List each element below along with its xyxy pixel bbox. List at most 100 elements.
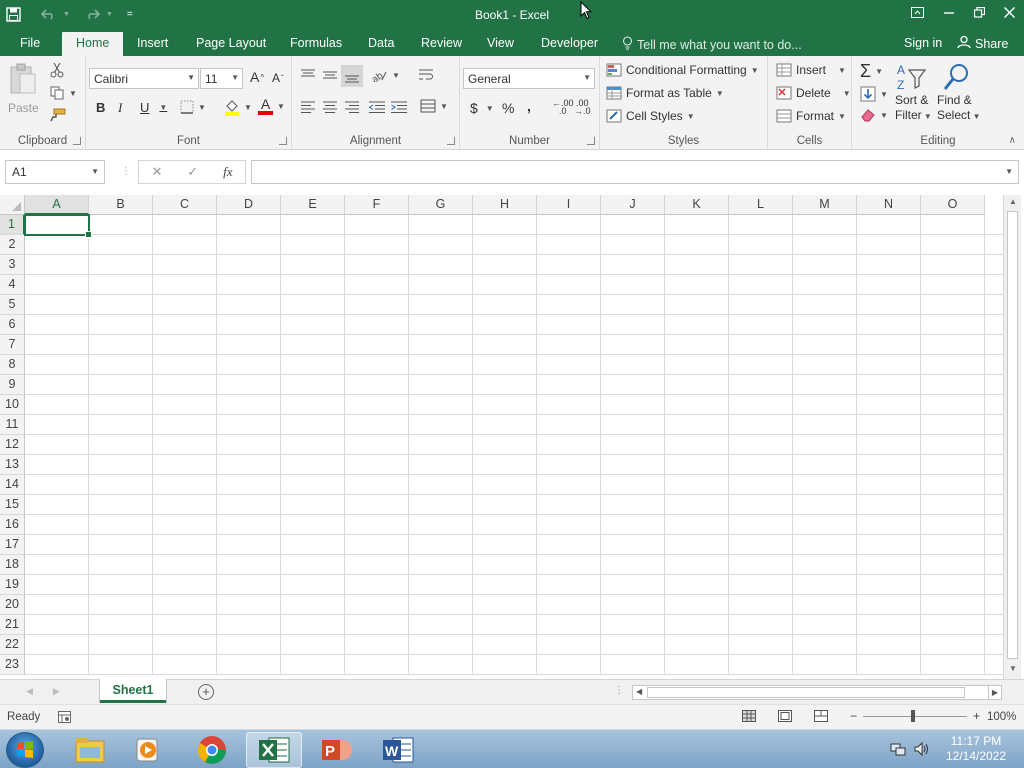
percent-style-button[interactable]: %	[502, 100, 514, 116]
row-header[interactable]: 12	[0, 435, 25, 455]
number-launcher-icon[interactable]	[587, 137, 595, 145]
wrap-text-icon[interactable]	[418, 68, 434, 82]
format-as-table-button[interactable]: Format as Table ▼	[606, 86, 724, 100]
row-header[interactable]: 13	[0, 455, 25, 475]
row-header[interactable]: 1	[0, 215, 25, 235]
format-painter-icon[interactable]	[50, 108, 66, 122]
tab-split-handle[interactable]: ⋮	[614, 685, 624, 696]
row-header[interactable]: 22	[0, 635, 25, 655]
tell-me-search[interactable]: Tell me what you want to do...	[622, 36, 802, 53]
insert-function-icon[interactable]: fx	[223, 164, 232, 180]
sort-filter-button[interactable]: AZ Sort & Filter ▼	[895, 62, 932, 124]
row-header[interactable]: 17	[0, 535, 25, 555]
find-select-button[interactable]: Find & Select ▼	[937, 62, 981, 124]
orientation-button[interactable]: ab ▼	[370, 68, 400, 82]
row-header[interactable]: 14	[0, 475, 25, 495]
tab-formulas[interactable]: Formulas	[290, 36, 342, 50]
scroll-up-icon[interactable]: ▲	[1004, 197, 1022, 211]
align-center-icon[interactable]	[322, 101, 338, 113]
zoom-slider-thumb[interactable]	[911, 709, 916, 722]
format-cells-button[interactable]: Format ▼	[776, 109, 846, 123]
name-box[interactable]: A1 ▼	[5, 160, 105, 184]
clear-button[interactable]: ▼	[860, 108, 888, 122]
media-player-taskbar-icon[interactable]	[120, 732, 176, 768]
merge-center-button[interactable]: ▼	[420, 99, 448, 113]
cell-styles-button[interactable]: Cell Styles ▼	[606, 109, 695, 123]
conditional-formatting-button[interactable]: Conditional Formatting ▼	[606, 63, 759, 77]
align-right-icon[interactable]	[344, 101, 360, 113]
fill-button[interactable]: ▼	[860, 86, 888, 102]
column-header[interactable]: N	[857, 195, 921, 215]
column-header[interactable]: A	[25, 195, 89, 215]
collapse-ribbon-icon[interactable]: ∧	[1009, 135, 1016, 146]
paste-button[interactable]: Paste	[8, 62, 39, 115]
sheet-tab[interactable]: Sheet1	[100, 679, 166, 703]
delete-cells-button[interactable]: Delete ▼	[776, 86, 851, 100]
zoom-out-icon[interactable]: −	[850, 709, 857, 723]
bottom-align-button[interactable]	[341, 65, 363, 87]
decrease-decimal-button[interactable]: .00 →.0	[574, 99, 591, 116]
enter-icon[interactable]: ✓	[187, 164, 198, 180]
row-header[interactable]: 19	[0, 575, 25, 595]
zoom-slider[interactable]	[863, 709, 968, 722]
tab-data[interactable]: Data	[368, 36, 394, 50]
insert-cells-button[interactable]: Insert ▼	[776, 63, 846, 77]
borders-button[interactable]: ▼	[180, 100, 206, 114]
normal-view-icon[interactable]	[742, 710, 756, 725]
alignment-launcher-icon[interactable]	[447, 137, 455, 145]
accounting-format-button[interactable]: $ ▼	[470, 100, 494, 116]
word-taskbar-icon[interactable]: W	[370, 732, 426, 768]
active-cell[interactable]	[24, 214, 92, 238]
font-name-select[interactable]: Calibri ▼	[89, 68, 199, 89]
font-color-button[interactable]: A ▼	[258, 97, 285, 115]
minimize-icon[interactable]	[934, 0, 964, 24]
row-header[interactable]: 3	[0, 255, 25, 275]
row-header[interactable]: 11	[0, 415, 25, 435]
column-header[interactable]: D	[217, 195, 281, 215]
macro-recording-icon[interactable]	[58, 711, 71, 726]
row-header[interactable]: 7	[0, 335, 25, 355]
volume-icon[interactable]	[914, 741, 930, 760]
column-header[interactable]: F	[345, 195, 409, 215]
page-break-view-icon[interactable]	[814, 710, 828, 725]
new-sheet-button[interactable]: +	[198, 684, 214, 700]
select-all-button[interactable]	[0, 195, 25, 215]
restore-icon[interactable]	[964, 0, 994, 24]
increase-decimal-button[interactable]: ←.00 .0	[552, 99, 574, 116]
sign-in-link[interactable]: Sign in	[904, 36, 942, 50]
row-header[interactable]: 16	[0, 515, 25, 535]
comma-style-button[interactable]: ,	[527, 98, 531, 114]
vertical-scroll-thumb[interactable]	[1007, 211, 1018, 659]
tab-page-layout[interactable]: Page Layout	[196, 36, 266, 50]
chrome-taskbar-icon[interactable]	[184, 732, 240, 768]
tab-home[interactable]: Home	[62, 32, 124, 56]
row-header[interactable]: 15	[0, 495, 25, 515]
cell-area[interactable]	[25, 215, 1003, 675]
row-header[interactable]: 4	[0, 275, 25, 295]
clipboard-launcher-icon[interactable]	[73, 137, 81, 145]
scroll-left-icon[interactable]: ◀	[636, 687, 642, 696]
column-header[interactable]: K	[665, 195, 729, 215]
autosum-button[interactable]: Σ ▼	[860, 61, 883, 82]
column-header[interactable]: O	[921, 195, 985, 215]
powerpoint-taskbar-icon[interactable]: P	[309, 732, 365, 768]
cancel-icon[interactable]: ✕	[151, 164, 162, 180]
expand-formula-bar-icon[interactable]: ▼	[1005, 167, 1013, 176]
start-button[interactable]	[6, 732, 44, 768]
formula-input[interactable]: ▼	[251, 160, 1019, 184]
page-layout-view-icon[interactable]	[778, 710, 792, 725]
number-format-select[interactable]: General ▼	[463, 68, 595, 89]
column-header[interactable]: M	[793, 195, 857, 215]
horizontal-scrollbar[interactable]: ◀	[632, 685, 1002, 700]
scroll-right-icon[interactable]: ▶	[988, 685, 1002, 700]
column-header[interactable]: I	[537, 195, 601, 215]
tab-file[interactable]: File	[20, 36, 40, 50]
font-size-select[interactable]: 11 ▼	[200, 68, 243, 89]
row-header[interactable]: 6	[0, 315, 25, 335]
share-button[interactable]: Share	[957, 35, 1008, 52]
row-header[interactable]: 2	[0, 235, 25, 255]
grow-font-button[interactable]: A ^	[250, 69, 264, 85]
underline-button[interactable]: U ▼	[140, 100, 167, 115]
network-icon[interactable]	[890, 741, 906, 760]
vertical-scrollbar[interactable]: ▲ ▼	[1003, 195, 1021, 680]
